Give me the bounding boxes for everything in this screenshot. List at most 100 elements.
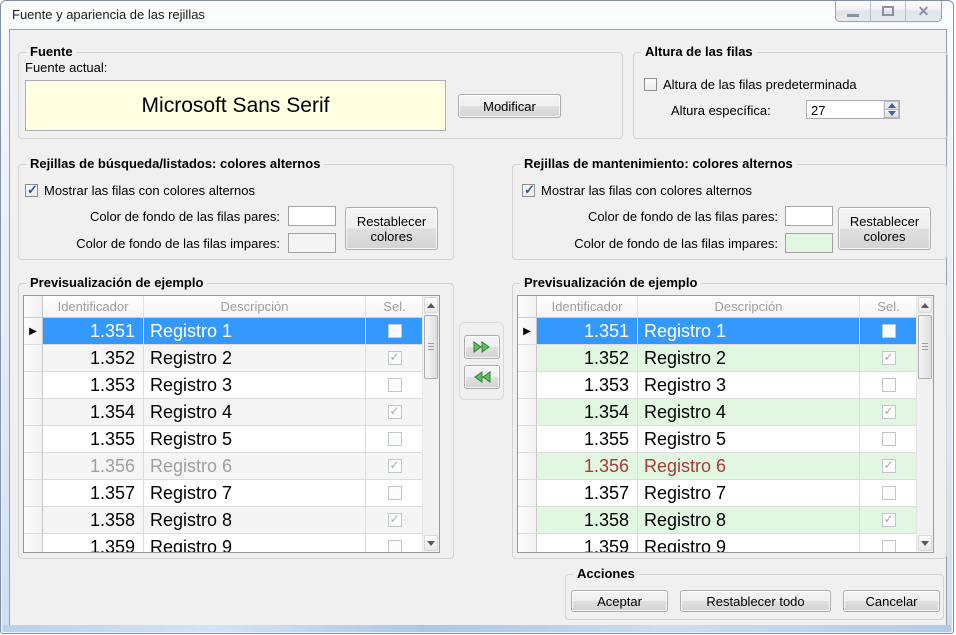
cell-identificador[interactable]: 1.357: [43, 480, 144, 507]
row-checkbox[interactable]: [388, 324, 402, 338]
cell-sel[interactable]: [366, 534, 424, 552]
spinner-down-button[interactable]: [884, 110, 899, 118]
table-row[interactable]: 1.357Registro 7: [24, 480, 424, 507]
cell-descripcion[interactable]: Registro 8: [144, 507, 366, 534]
cell-identificador[interactable]: 1.358: [43, 507, 144, 534]
row-checkbox[interactable]: [882, 351, 896, 365]
cell-sel[interactable]: [366, 507, 424, 534]
cell-identificador[interactable]: 1.351: [537, 318, 638, 345]
move-right-button[interactable]: [464, 335, 500, 359]
cell-sel[interactable]: [860, 426, 918, 453]
cell-descripcion[interactable]: Registro 5: [144, 426, 366, 453]
row-selector-cell[interactable]: [518, 534, 537, 552]
col-header-sel[interactable]: Sel.: [366, 296, 424, 318]
specific-height-spinner[interactable]: 27: [806, 100, 900, 119]
cell-sel[interactable]: [860, 534, 918, 552]
cell-identificador[interactable]: 1.352: [43, 345, 144, 372]
row-selector-cell[interactable]: [518, 372, 537, 399]
table-row[interactable]: 1.359Registro 9: [518, 534, 918, 552]
row-checkbox[interactable]: [882, 540, 896, 552]
row-checkbox[interactable]: [882, 486, 896, 500]
cell-identificador[interactable]: 1.354: [43, 399, 144, 426]
cell-descripcion[interactable]: Registro 4: [144, 399, 366, 426]
table-row[interactable]: 1.358Registro 8: [24, 507, 424, 534]
reset-all-button[interactable]: Restablecer todo: [680, 590, 831, 612]
cell-sel[interactable]: [366, 345, 424, 372]
row-checkbox[interactable]: [388, 459, 402, 473]
table-row[interactable]: 1.352Registro 2: [24, 345, 424, 372]
accept-button[interactable]: Aceptar: [571, 590, 668, 612]
table-row[interactable]: 1.353Registro 3: [24, 372, 424, 399]
scrollbar-thumb[interactable]: [424, 315, 438, 379]
row-checkbox[interactable]: [882, 459, 896, 473]
col-header-identificador[interactable]: Identificador: [43, 296, 144, 318]
odd-rows-color-box[interactable]: [785, 233, 833, 253]
preview-grid-right[interactable]: Identificador Descripción Sel. ▶1.351Reg…: [517, 295, 934, 553]
minimize-button[interactable]: [836, 1, 871, 21]
row-selector-cell[interactable]: [24, 345, 43, 372]
scroll-up-button[interactable]: [918, 297, 932, 313]
cell-identificador[interactable]: 1.358: [537, 507, 638, 534]
row-selector-cell[interactable]: [518, 399, 537, 426]
show-alternate-colors-checkbox[interactable]: [25, 184, 38, 197]
scroll-down-button[interactable]: [918, 535, 932, 551]
row-selector-cell[interactable]: ▶: [24, 318, 43, 345]
row-selector-cell[interactable]: [518, 426, 537, 453]
row-selector-cell[interactable]: [518, 345, 537, 372]
move-left-button[interactable]: [464, 365, 500, 389]
row-selector-cell[interactable]: [518, 507, 537, 534]
cell-descripcion[interactable]: Registro 2: [144, 345, 366, 372]
vertical-scrollbar[interactable]: [916, 296, 933, 552]
cell-identificador[interactable]: 1.351: [43, 318, 144, 345]
scrollbar-thumb[interactable]: [918, 315, 932, 379]
table-row[interactable]: 1.358Registro 8: [518, 507, 918, 534]
cell-identificador[interactable]: 1.357: [537, 480, 638, 507]
cell-descripcion[interactable]: Registro 1: [638, 318, 860, 345]
spinner-value[interactable]: 27: [807, 101, 883, 118]
cell-identificador[interactable]: 1.355: [43, 426, 144, 453]
row-selector-cell[interactable]: [24, 426, 43, 453]
cell-sel[interactable]: [860, 453, 918, 480]
even-rows-color-box[interactable]: [785, 206, 833, 226]
scroll-down-button[interactable]: [424, 535, 438, 551]
table-row[interactable]: 1.357Registro 7: [518, 480, 918, 507]
table-row[interactable]: ▶1.351Registro 1: [24, 318, 424, 345]
table-row[interactable]: ▶1.351Registro 1: [518, 318, 918, 345]
table-row[interactable]: 1.355Registro 5: [518, 426, 918, 453]
modify-font-button[interactable]: Modificar: [458, 94, 561, 118]
cell-sel[interactable]: [860, 345, 918, 372]
col-header-descripcion[interactable]: Descripción: [144, 296, 366, 318]
table-row[interactable]: 1.356Registro 6: [24, 453, 424, 480]
table-row[interactable]: 1.355Registro 5: [24, 426, 424, 453]
cell-descripcion[interactable]: Registro 1: [144, 318, 366, 345]
row-selector-cell[interactable]: [24, 480, 43, 507]
row-checkbox[interactable]: [882, 513, 896, 527]
row-checkbox[interactable]: [882, 405, 896, 419]
cell-identificador[interactable]: 1.354: [537, 399, 638, 426]
cell-descripcion[interactable]: Registro 5: [638, 426, 860, 453]
row-selector-cell[interactable]: [518, 453, 537, 480]
reset-colors-button[interactable]: Restablecer colores: [838, 207, 931, 250]
row-selector-cell[interactable]: [24, 534, 43, 552]
cell-sel[interactable]: [860, 507, 918, 534]
row-checkbox[interactable]: [388, 351, 402, 365]
cell-identificador[interactable]: 1.353: [43, 372, 144, 399]
row-checkbox[interactable]: [882, 378, 896, 392]
cell-sel[interactable]: [366, 426, 424, 453]
cell-descripcion[interactable]: Registro 4: [638, 399, 860, 426]
row-checkbox[interactable]: [388, 432, 402, 446]
cell-descripcion[interactable]: Registro 2: [638, 345, 860, 372]
cancel-button[interactable]: Cancelar: [843, 590, 940, 612]
row-checkbox[interactable]: [388, 513, 402, 527]
cell-sel[interactable]: [366, 399, 424, 426]
row-selector-cell[interactable]: [24, 507, 43, 534]
row-checkbox[interactable]: [388, 540, 402, 552]
cell-descripcion[interactable]: Registro 3: [638, 372, 860, 399]
odd-rows-color-box[interactable]: [288, 233, 336, 253]
table-row[interactable]: 1.353Registro 3: [518, 372, 918, 399]
row-checkbox[interactable]: [388, 405, 402, 419]
table-row[interactable]: 1.359Registro 9: [24, 534, 424, 552]
cell-sel[interactable]: [366, 453, 424, 480]
table-row[interactable]: 1.356Registro 6: [518, 453, 918, 480]
cell-identificador[interactable]: 1.353: [537, 372, 638, 399]
